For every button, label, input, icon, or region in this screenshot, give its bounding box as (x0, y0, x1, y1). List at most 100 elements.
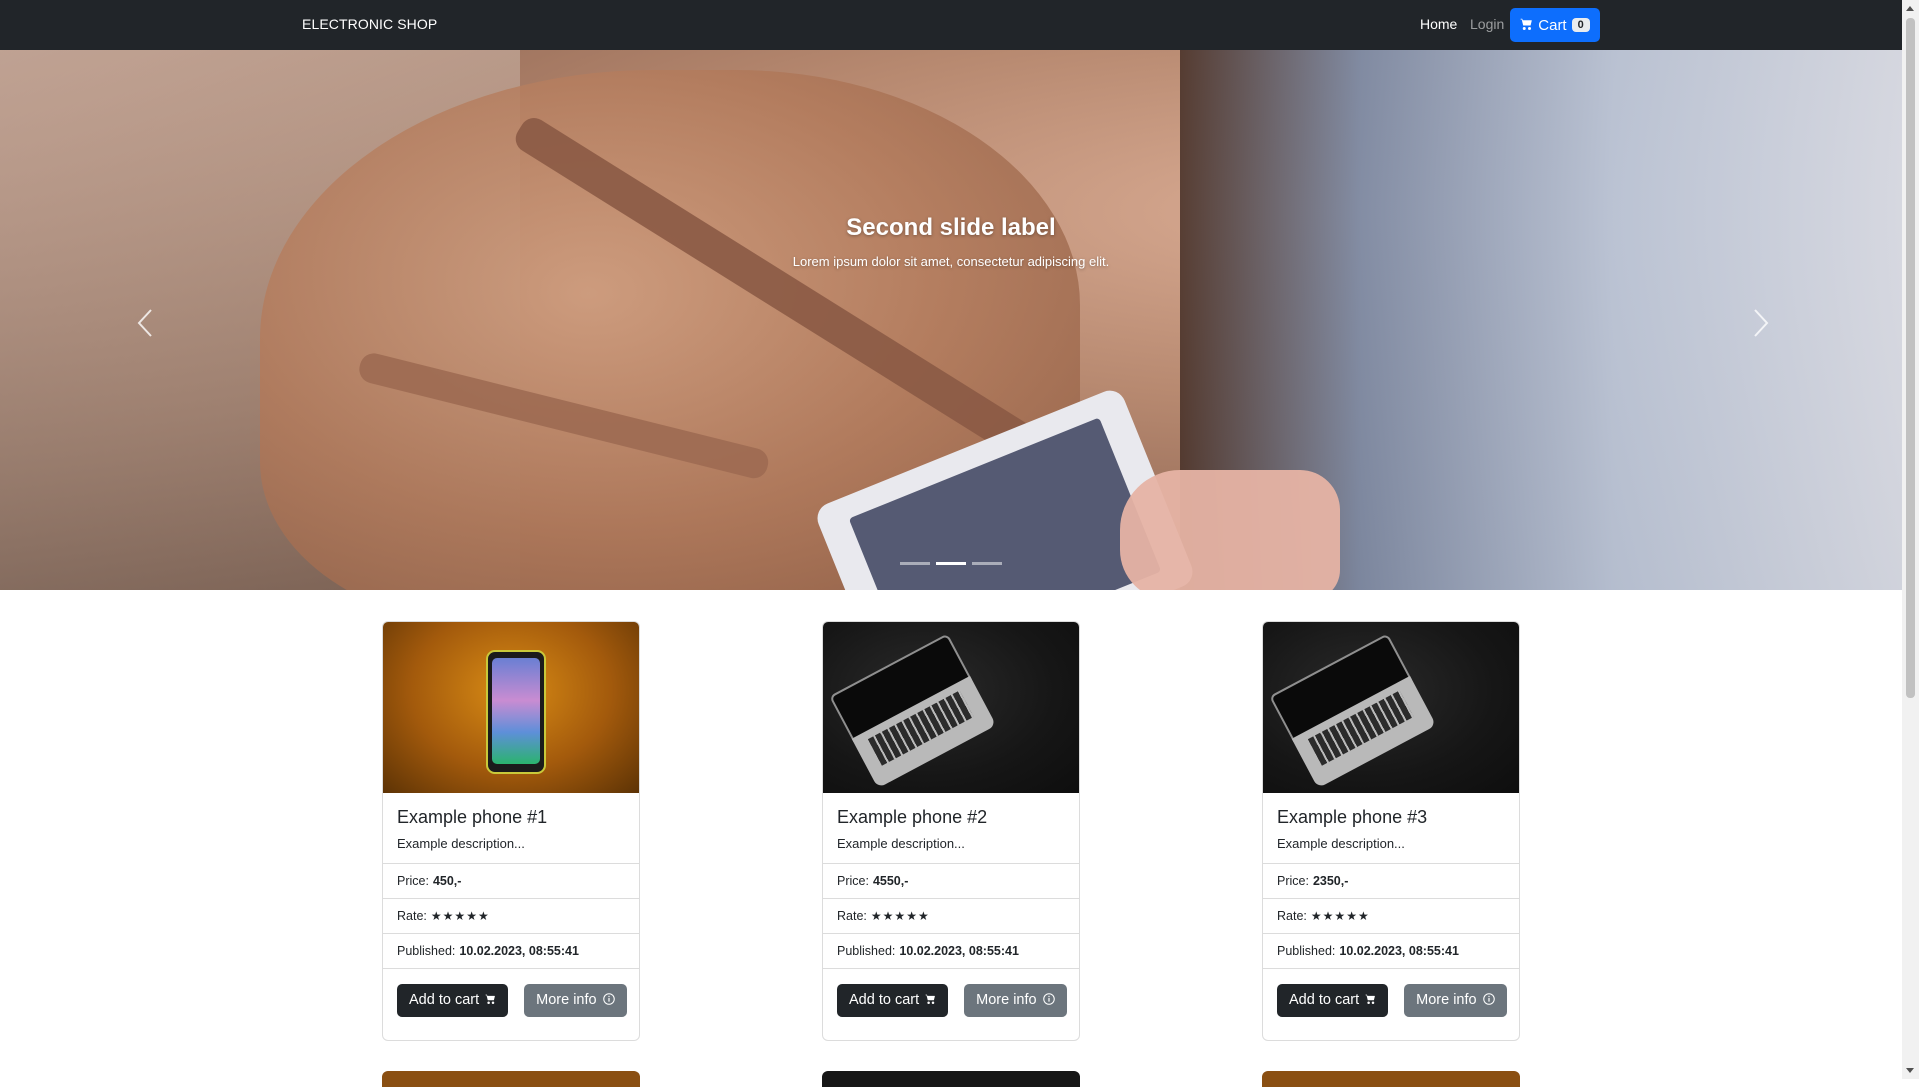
card-body: Example phone #1 Example description... (383, 793, 639, 863)
carousel-indicator-1[interactable] (900, 562, 930, 565)
star-icon: ★ (906, 909, 918, 923)
product-image (383, 622, 639, 793)
info-icon (602, 992, 615, 1008)
brand-link[interactable]: ELECTRONIC SHOP (302, 16, 437, 32)
page-scrollbar[interactable] (1902, 0, 1919, 1079)
price-label: Price: (837, 874, 869, 888)
price-value: 2350,- (1312, 874, 1349, 888)
product-card: Example phone #3 Example description... … (1262, 621, 1520, 1041)
cart-icon (485, 994, 496, 1007)
card-footer: Add to cart More info (1263, 968, 1519, 1031)
price-row: Price: 450,- (383, 863, 639, 898)
card-body: Example phone #3 Example description... (1263, 793, 1519, 863)
product-title: Example phone #3 (1277, 807, 1428, 827)
star-rating: ★★★★★ (1311, 909, 1370, 923)
add-to-cart-label: Add to cart (849, 992, 920, 1008)
rate-row: Rate: ★★★★★ (383, 898, 639, 933)
star-icon: ★ (1322, 909, 1335, 923)
phone-illustration-screen (492, 658, 540, 764)
carousel-next-button[interactable] (1752, 308, 1770, 347)
more-info-label: More info (1416, 992, 1477, 1008)
cart-icon (925, 994, 936, 1007)
star-icon: ★ (1346, 909, 1358, 923)
published-row: Published: 10.02.2023, 08:55:41 (823, 933, 1079, 968)
cart-count-badge: 0 (1571, 18, 1590, 32)
card-footer: Add to cart More info (823, 968, 1079, 1031)
star-icon: ★ (870, 909, 883, 923)
more-info-label: More info (536, 992, 597, 1008)
laptop-illustration (829, 633, 997, 789)
cart-label: Cart (1538, 16, 1567, 34)
more-info-label: More info (976, 992, 1037, 1008)
star-icon: ★ (466, 909, 478, 923)
product-card: Example phone #2 Example description... … (822, 621, 1080, 1041)
scroll-up-arrow-icon[interactable] (1906, 6, 1914, 11)
phone-illustration (486, 650, 546, 774)
rate-row: Rate: ★★★★★ (823, 898, 1079, 933)
star-icon: ★ (442, 909, 455, 923)
nav-login-link[interactable]: Login (1470, 16, 1504, 32)
star-icon: ★ (1334, 909, 1347, 923)
info-icon (1042, 992, 1055, 1008)
more-info-button[interactable]: More info (964, 983, 1067, 1017)
star-rating: ★★★★★ (431, 909, 490, 923)
rate-row: Rate: ★★★★★ (1263, 898, 1519, 933)
product-card: Example phone #1 Example description... … (382, 621, 640, 1041)
hero-carousel: Second slide label Lorem ipsum dolor sit… (0, 50, 1902, 590)
carousel-caption: Second slide label Lorem ipsum dolor sit… (0, 214, 1902, 269)
card-body: Example phone #2 Example description... (823, 793, 1079, 863)
star-icon: ★ (882, 909, 895, 923)
price-label: Price: (397, 874, 429, 888)
price-value: 4550,- (872, 874, 909, 888)
add-to-cart-button[interactable]: Add to cart (837, 983, 949, 1017)
card-footer: Add to cart More info (383, 968, 639, 1031)
product-image (1263, 622, 1519, 793)
product-description: Example description... (397, 836, 525, 851)
published-value: 10.02.2023, 08:55:41 (1339, 944, 1459, 958)
rate-label: Rate: (837, 909, 867, 923)
published-row: Published: 10.02.2023, 08:55:41 (1263, 933, 1519, 968)
chevron-left-icon (136, 308, 154, 346)
price-value: 450,- (432, 874, 462, 888)
rate-label: Rate: (397, 909, 427, 923)
carousel-indicator-3[interactable] (972, 562, 1002, 565)
published-label: Published: (837, 944, 896, 958)
scroll-down-arrow-icon[interactable] (1906, 1068, 1914, 1073)
published-value: 10.02.2023, 08:55:41 (899, 944, 1019, 958)
published-label: Published: (1277, 944, 1336, 958)
star-icon: ★ (894, 909, 907, 923)
product-description: Example description... (837, 836, 965, 851)
add-to-cart-label: Add to cart (1289, 992, 1360, 1008)
star-icon: ★ (430, 909, 443, 923)
add-to-cart-button[interactable]: Add to cart (1277, 983, 1389, 1017)
carousel-indicator-2[interactable] (936, 562, 966, 565)
star-icon: ★ (917, 909, 930, 923)
navbar: ELECTRONIC SHOP Home Login Cart 0 (0, 0, 1902, 50)
product-card-peek (822, 1071, 1080, 1087)
star-icon: ★ (1357, 909, 1370, 923)
info-icon (1482, 992, 1495, 1008)
published-row: Published: 10.02.2023, 08:55:41 (383, 933, 639, 968)
add-to-cart-label: Add to cart (409, 992, 480, 1008)
star-icon: ★ (454, 909, 467, 923)
price-row: Price: 4550,- (823, 863, 1079, 898)
add-to-cart-button[interactable]: Add to cart (397, 983, 509, 1017)
star-icon: ★ (477, 909, 490, 923)
star-rating: ★★★★★ (871, 909, 930, 923)
slide-text: Lorem ipsum dolor sit amet, consectetur … (792, 254, 1110, 269)
star-icon: ★ (1310, 909, 1323, 923)
scrollbar-thumb[interactable] (1906, 18, 1915, 698)
product-title: Example phone #1 (397, 807, 548, 827)
price-row: Price: 2350,- (1263, 863, 1519, 898)
rate-label: Rate: (1277, 909, 1307, 923)
carousel-prev-button[interactable] (136, 308, 154, 347)
product-description: Example description... (1277, 836, 1405, 851)
nav-home-link[interactable]: Home (1420, 16, 1457, 32)
published-label: Published: (397, 944, 456, 958)
cart-button[interactable]: Cart 0 (1510, 8, 1600, 42)
more-info-button[interactable]: More info (524, 983, 627, 1017)
cart-icon (1365, 994, 1376, 1007)
more-info-button[interactable]: More info (1404, 983, 1507, 1017)
chevron-right-icon (1752, 308, 1770, 346)
carousel-indicators (900, 562, 1002, 565)
